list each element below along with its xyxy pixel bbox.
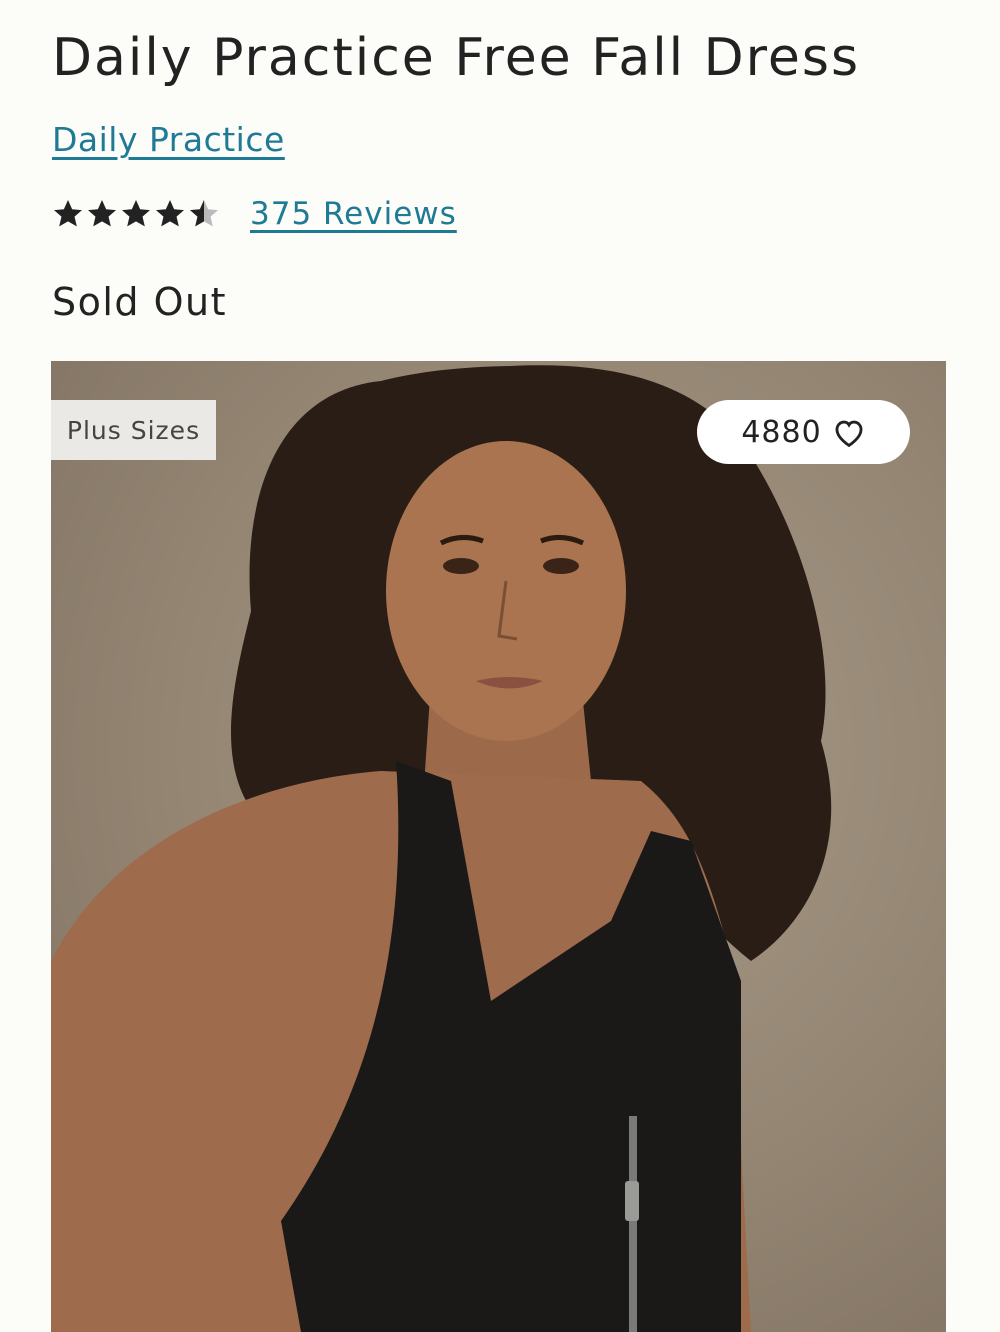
rating-row: 375 Reviews [52, 196, 457, 232]
rating-stars [52, 197, 220, 231]
product-title: Daily Practice Free Fall Dress [52, 28, 861, 88]
favorite-button[interactable]: 4880 [697, 400, 910, 464]
product-image[interactable]: Plus Sizes 4880 [51, 361, 946, 1332]
brand-link[interactable]: Daily Practice [52, 120, 285, 159]
reviews-link[interactable]: 375 Reviews [250, 196, 457, 232]
stock-status: Sold Out [52, 280, 228, 324]
star-full-icon [122, 200, 150, 227]
star-full-icon [88, 200, 116, 227]
favorite-count: 4880 [741, 414, 822, 450]
plus-sizes-badge: Plus Sizes [51, 400, 216, 460]
heart-outline-icon [835, 420, 863, 448]
star-full-icon [54, 200, 82, 227]
model-photo-illustration [51, 365, 832, 1332]
star-half-icon [190, 200, 218, 227]
star-full-icon [156, 200, 184, 227]
